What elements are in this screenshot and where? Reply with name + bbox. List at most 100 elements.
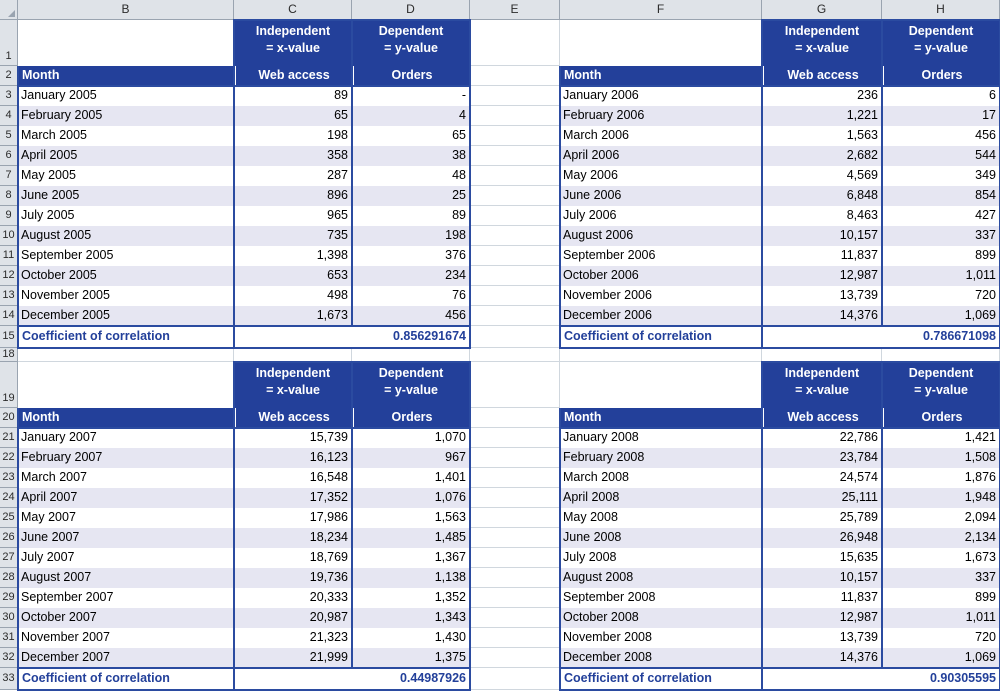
table-row-web-access: 735 [234, 226, 352, 246]
row-header-9[interactable]: 9 [0, 206, 18, 226]
column-header-f[interactable]: F [560, 0, 762, 19]
row-header-22[interactable]: 22 [0, 448, 18, 468]
row-header-label: 31 [2, 631, 15, 643]
column-header-d[interactable]: D [352, 0, 470, 19]
table-row-month: November 2005 [18, 286, 234, 306]
row-header-33[interactable]: 33 [0, 668, 18, 690]
table-row-web-access: 15,635 [762, 548, 882, 568]
row-header-label: 4 [5, 109, 12, 121]
table-row-orders: 198 [352, 226, 470, 246]
header-dependent-line2: = y-value [384, 383, 438, 397]
table-2006-title-blank [560, 20, 762, 66]
row-header-21[interactable]: 21 [0, 428, 18, 448]
table-2008-border-top [761, 361, 1000, 363]
row-header-30[interactable]: 30 [0, 608, 18, 628]
row-header-28[interactable]: 28 [0, 568, 18, 588]
table-row-month: February 2005 [18, 106, 234, 126]
column-header-g[interactable]: G [762, 0, 882, 19]
row-header-11[interactable]: 11 [0, 246, 18, 266]
row-header-23[interactable]: 23 [0, 468, 18, 488]
table-2007-border-above-coefficient [17, 667, 471, 669]
table-row-orders: 89 [352, 206, 470, 226]
row-header-1[interactable]: 1 [0, 20, 18, 66]
table-row-month: September 2008 [560, 588, 762, 608]
table-2007-title-blank [18, 362, 234, 408]
row-header-7[interactable]: 7 [0, 166, 18, 186]
header-dependent-line2: = y-value [914, 383, 968, 397]
row-header-18[interactable]: 18 [0, 348, 18, 362]
table-row-web-access: 23,784 [762, 448, 882, 468]
table-2005-header-dependent: Dependent = y-value [352, 20, 470, 66]
table-row-web-access: 653 [234, 266, 352, 286]
row-header-label: 10 [2, 229, 15, 241]
table-row-orders: 1,401 [352, 468, 470, 488]
header-independent-line2: = x-value [266, 383, 320, 397]
table-row-orders: 17 [882, 106, 1000, 126]
row-header-label: 14 [2, 309, 15, 321]
row-header-8[interactable]: 8 [0, 186, 18, 206]
table-2008-header-dependent: Dependent = y-value [882, 362, 1000, 408]
table-row-web-access: 20,333 [234, 588, 352, 608]
select-all-corner[interactable] [0, 0, 18, 19]
table-row-month: May 2006 [560, 166, 762, 186]
row-header-5[interactable]: 5 [0, 126, 18, 146]
row-header-20[interactable]: 20 [0, 408, 18, 428]
table-row-month: April 2008 [560, 488, 762, 508]
table-2005-border-col-x-left [233, 20, 235, 348]
row-header-label: 1 [5, 50, 12, 62]
table-row-orders: 1,375 [352, 648, 470, 668]
table-2005-border-above-coefficient [17, 325, 471, 327]
row-header-27[interactable]: 27 [0, 548, 18, 568]
table-row-orders: 38 [352, 146, 470, 166]
table-2006-border-col-x-left [761, 20, 763, 348]
header-independent-line1: Independent [784, 366, 860, 380]
table-row-orders: 76 [352, 286, 470, 306]
column-header-b[interactable]: B [18, 0, 234, 19]
table-row-web-access: 89 [234, 86, 352, 106]
row-header-label: 6 [5, 149, 12, 161]
table-row-web-access: 26,948 [762, 528, 882, 548]
row-header-6[interactable]: 6 [0, 146, 18, 166]
table-2007-coefficient-value: 0.44987926 [234, 668, 470, 690]
row-header-19[interactable]: 19 [0, 362, 18, 408]
table-2006-header-orders: Orders [882, 66, 1000, 86]
table-row-web-access: 11,837 [762, 588, 882, 608]
table-row-orders: 1,563 [352, 508, 470, 528]
row-header-10[interactable]: 10 [0, 226, 18, 246]
row-header-2[interactable]: 2 [0, 66, 18, 86]
row-header-3[interactable]: 3 [0, 86, 18, 106]
table-row-web-access: 13,739 [762, 628, 882, 648]
row-header-29[interactable]: 29 [0, 588, 18, 608]
table-row-month: December 2008 [560, 648, 762, 668]
row-header-15[interactable]: 15 [0, 326, 18, 348]
table-row-month: March 2005 [18, 126, 234, 146]
row-header-24[interactable]: 24 [0, 488, 18, 508]
table-row-orders: 349 [882, 166, 1000, 186]
row-header-25[interactable]: 25 [0, 508, 18, 528]
row-header-14[interactable]: 14 [0, 306, 18, 326]
table-2008-header-independent: Independent = x-value [762, 362, 882, 408]
table-2005-border-top [233, 19, 471, 21]
row-header-4[interactable]: 4 [0, 106, 18, 126]
row-header-label: 28 [2, 571, 15, 583]
table-row-month: July 2007 [18, 548, 234, 568]
column-header-h[interactable]: H [882, 0, 1000, 19]
table-row-web-access: 14,376 [762, 306, 882, 326]
header-independent-line2: = x-value [795, 41, 849, 55]
column-header-e[interactable]: E [470, 0, 560, 19]
row-header-label: 20 [2, 411, 15, 423]
row-header-12[interactable]: 12 [0, 266, 18, 286]
row-header-31[interactable]: 31 [0, 628, 18, 648]
header-independent-line2: = x-value [795, 383, 849, 397]
table-row-orders: 1,070 [352, 428, 470, 448]
table-2007-border-left [17, 408, 19, 690]
table-2006-border-under-header [559, 85, 1000, 87]
table-2005-coefficient-label: Coefficient of correlation [18, 326, 234, 348]
column-header-c[interactable]: C [234, 0, 352, 19]
table-row-web-access: 20,987 [234, 608, 352, 628]
row-header-32[interactable]: 32 [0, 648, 18, 668]
row-header-13[interactable]: 13 [0, 286, 18, 306]
table-row-orders: 337 [882, 226, 1000, 246]
row-header-26[interactable]: 26 [0, 528, 18, 548]
table-row-web-access: 12,987 [762, 608, 882, 628]
